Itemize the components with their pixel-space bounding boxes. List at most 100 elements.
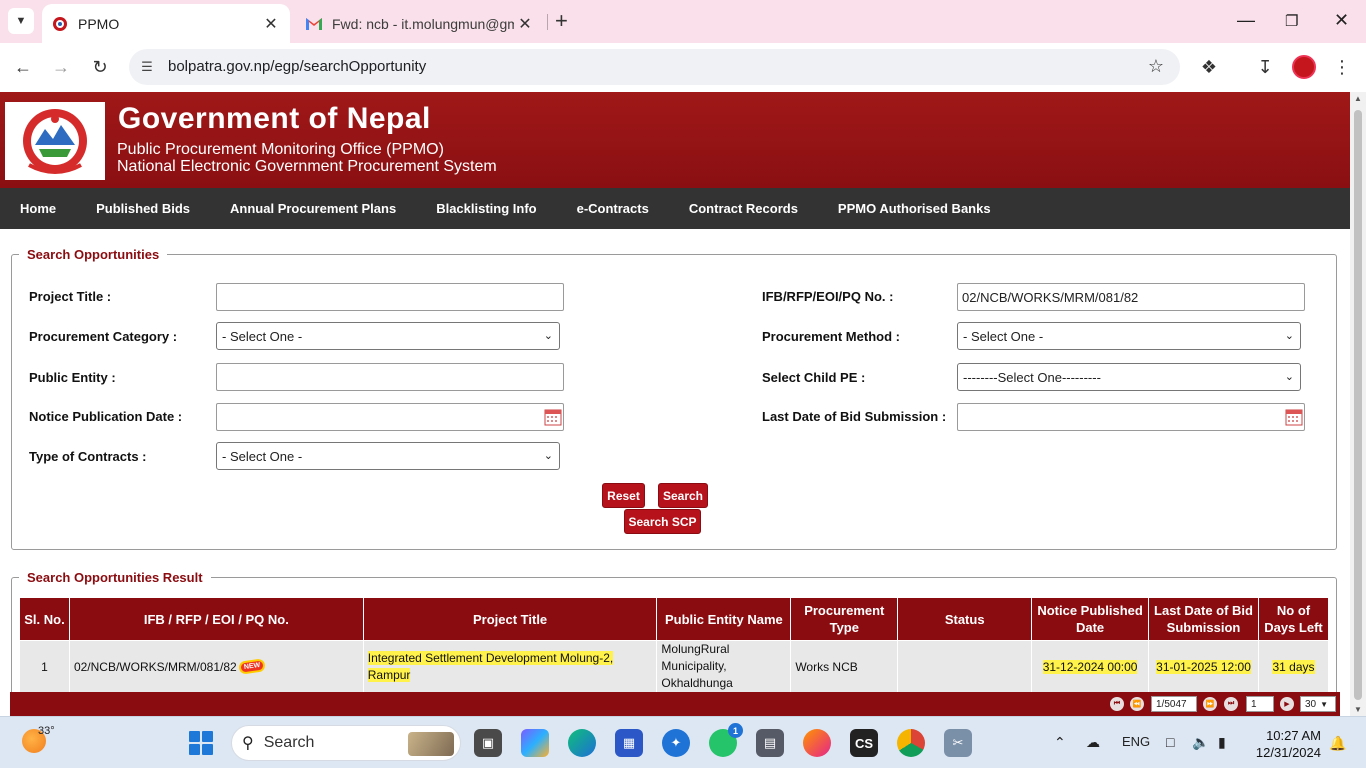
ppmo-favicon-icon (52, 16, 68, 32)
windows-start-icon[interactable] (189, 731, 213, 755)
first-page-icon[interactable]: ⏮ (1110, 697, 1124, 711)
nav-contract-records[interactable]: Contract Records (689, 201, 798, 216)
camscanner-icon[interactable]: CS (850, 729, 878, 757)
task-view-icon[interactable]: ▣ (474, 729, 502, 757)
previous-page-icon[interactable]: ⏪ (1130, 697, 1144, 711)
onedrive-cloud-icon[interactable]: ☁ (1086, 734, 1100, 751)
main-navigation: Home Published Bids Annual Procurement P… (0, 188, 1350, 229)
page-size-value: 30 (1305, 698, 1317, 710)
calendar-icon[interactable] (544, 408, 562, 426)
language-indicator[interactable]: ENG (1122, 734, 1150, 749)
scroll-down-icon[interactable]: ▼ (1354, 705, 1362, 714)
close-tab-icon[interactable]: ✕ (514, 14, 536, 34)
public-entity-input[interactable] (216, 363, 564, 391)
type-of-contracts-value: - Select One - (222, 448, 303, 464)
table-row[interactable]: 1 02/NCB/WORKS/MRM/081/82 NEW Integrated … (19, 640, 1330, 693)
column-header[interactable]: Notice Published Date (1031, 597, 1150, 641)
page-scrollbar[interactable]: ▲ ▼ (1350, 92, 1366, 716)
snipping-tool-icon[interactable]: ✂ (944, 729, 972, 757)
back-arrow-icon[interactable]: ← (12, 56, 34, 78)
last-page-icon[interactable]: ⏭ (1224, 697, 1238, 711)
chevron-down-icon: ⌄ (1284, 330, 1294, 342)
go-page-icon[interactable]: ▶ (1280, 697, 1294, 711)
minimize-icon[interactable]: — (1237, 10, 1255, 31)
search-scp-button[interactable]: Search SCP (624, 509, 701, 534)
ifb-number-input[interactable]: 02/NCB/WORKS/MRM/081/82 (957, 283, 1305, 311)
column-header[interactable]: Last Date of Bid Submission (1148, 597, 1259, 641)
chrome-menu-icon[interactable]: ⋮ (1330, 55, 1354, 79)
type-of-contracts-select[interactable]: - Select One - ⌄ (216, 442, 560, 470)
days-left-text: 31 days (1272, 659, 1315, 674)
last-date-bid-submission-input[interactable] (957, 403, 1305, 431)
volume-icon[interactable]: 🔈 (1192, 734, 1209, 751)
tab-search-chevron-icon[interactable]: ▼ (8, 8, 34, 34)
reload-icon[interactable]: ↻ (89, 56, 111, 78)
gmail-favicon-icon (306, 16, 322, 32)
restore-icon[interactable]: ❐ (1285, 12, 1298, 30)
cell-ifb-number[interactable]: 02/NCB/WORKS/MRM/081/82 NEW (68, 640, 364, 693)
nav-published-bids[interactable]: Published Bids (96, 201, 190, 216)
profile-avatar[interactable] (1292, 55, 1316, 79)
cell-notice-published: 31-12-2024 00:00 (1031, 640, 1150, 693)
next-page-icon[interactable]: ⏩ (1203, 697, 1217, 711)
taskbar-search-label: Search (263, 734, 315, 751)
child-pe-select[interactable]: --------Select One--------- ⌄ (957, 363, 1301, 391)
close-window-icon[interactable]: ✕ (1334, 10, 1349, 31)
whatsapp-badge: 1 (728, 723, 743, 738)
forward-arrow-icon[interactable]: → (50, 56, 72, 78)
firefox-icon[interactable] (803, 729, 831, 757)
battery-icon[interactable]: ▮ (1218, 734, 1226, 751)
nav-ppmo-authorised-banks[interactable]: PPMO Authorised Banks (838, 201, 991, 216)
scrollbar-thumb[interactable] (1354, 110, 1362, 700)
page-size-select[interactable]: 30 ▼ (1300, 696, 1336, 712)
page-number-input[interactable]: 1 (1246, 696, 1274, 712)
messenger-icon[interactable]: ✦ (662, 729, 690, 757)
search-opportunities-legend: Search Opportunities (27, 247, 160, 262)
chrome-icon[interactable] (897, 729, 925, 757)
calendar-icon[interactable] (1285, 408, 1303, 426)
column-header[interactable]: Status (897, 597, 1033, 641)
column-header[interactable]: Procurement Type (790, 597, 899, 641)
edge-browser-icon[interactable] (568, 729, 596, 757)
notification-bell-icon[interactable]: 🔔 (1329, 735, 1346, 752)
new-badge-icon: NEW (240, 659, 264, 673)
nav-e-contracts[interactable]: e-Contracts (577, 201, 649, 216)
ifb-number-text[interactable]: 02/NCB/WORKS/MRM/081/82 (74, 660, 237, 674)
column-header[interactable]: No of Days Left (1257, 597, 1330, 641)
column-header[interactable]: Project Title (362, 597, 658, 641)
project-title-input[interactable] (216, 283, 564, 311)
tab-ppmo[interactable]: PPMO ✕ (42, 4, 290, 43)
tray-overflow-chevron-icon[interactable]: ⌃ (1054, 734, 1066, 751)
procurement-category-select[interactable]: - Select One - ⌄ (216, 322, 560, 350)
close-tab-icon[interactable]: ✕ (260, 14, 282, 34)
cell-project-title[interactable]: Integrated Settlement Development Molung… (362, 640, 658, 693)
reset-button[interactable]: Reset (602, 483, 645, 508)
address-bar[interactable]: ☰ bolpatra.gov.np/egp/searchOpportunity … (129, 49, 1180, 85)
nav-home[interactable]: Home (20, 201, 56, 216)
search-button[interactable]: Search (658, 483, 708, 508)
extensions-puzzle-icon[interactable]: ❖ (1197, 55, 1221, 79)
cell-last-date: 31-01-2025 12:00 (1148, 640, 1259, 693)
notice-publication-date-input[interactable] (216, 403, 564, 431)
new-tab-plus-icon[interactable]: + (555, 10, 568, 32)
column-header[interactable]: IFB / RFP / EOI / PQ No. (68, 597, 364, 641)
nav-annual-procurement-plans[interactable]: Annual Procurement Plans (230, 201, 396, 216)
project-title-text[interactable]: Integrated Settlement Development Molung… (367, 650, 614, 682)
site-settings-icon[interactable]: ☰ (137, 57, 157, 77)
system-clock[interactable]: 10:27 AM 12/31/2024 (1253, 727, 1321, 761)
column-header[interactable]: Public Entity Name (656, 597, 792, 641)
procurement-method-select[interactable]: - Select One - ⌄ (957, 322, 1301, 350)
car-app-icon[interactable]: ▤ (756, 729, 784, 757)
network-icon[interactable]: □ (1166, 734, 1174, 750)
copilot-icon[interactable] (521, 729, 549, 757)
nav-blacklisting-info[interactable]: Blacklisting Info (436, 201, 536, 216)
download-icon[interactable]: ↧ (1253, 55, 1277, 79)
microsoft-store-icon[interactable]: ▦ (615, 729, 643, 757)
chevron-down-icon: ▼ (1320, 699, 1329, 709)
taskbar-search-box[interactable]: ⚲ Search (231, 725, 461, 761)
tab-gmail[interactable]: Fwd: ncb - it.molungmun@gma ✕ (296, 4, 544, 43)
column-header[interactable]: Sl. No. (19, 597, 70, 641)
whatsapp-icon[interactable]: 1 (709, 723, 743, 757)
bookmark-star-icon[interactable]: ☆ (1148, 56, 1164, 77)
scroll-up-icon[interactable]: ▲ (1354, 94, 1362, 103)
